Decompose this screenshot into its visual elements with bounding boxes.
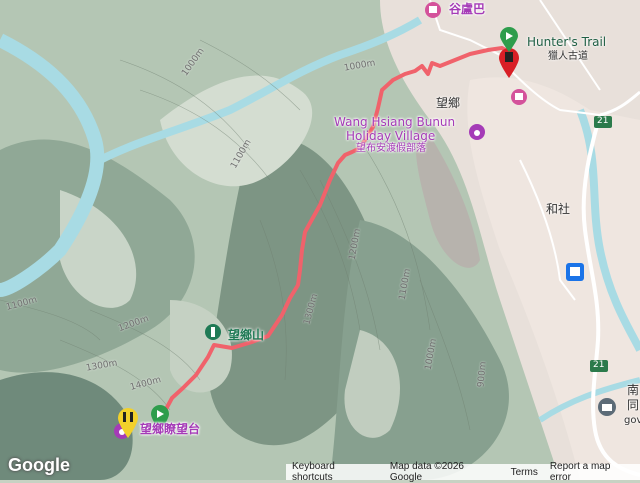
place-label-holiday-village[interactable]: Holiday Village [346, 130, 435, 142]
hotel-icon[interactable] [425, 2, 441, 18]
place-label-hunters-trail[interactable]: Hunter's Trail [527, 36, 606, 48]
place-label-gulubu[interactable]: 谷盧巴 [449, 3, 485, 15]
google-logo: Google [8, 455, 70, 475]
place-label-wang-hsiang-bunun-zh[interactable]: 望布安渡假部落 [356, 144, 426, 154]
bus-station-icon[interactable] [566, 263, 584, 281]
place-label-nan: 南 [627, 383, 640, 397]
road-shield-label: 21 [593, 360, 605, 370]
place-label-wangxiang: 望鄉 [436, 96, 461, 110]
place-label-wang-hsiang-bunun[interactable]: Wang Hsiang Bunun [334, 116, 455, 128]
place-label-wangliao-platform[interactable]: 望鄉瞭望台 [140, 423, 200, 435]
place-label-hunters-trail-zh[interactable]: 獵人古道 [548, 52, 588, 62]
terrain-map[interactable] [0, 0, 640, 480]
place-label-tong: 同 [627, 398, 640, 412]
place-label-heshe: 和社 [546, 202, 571, 216]
road-shield-label: 21 [597, 116, 609, 126]
park-icon[interactable] [205, 324, 221, 340]
place-label-wangxiang-mountain[interactable]: 望鄉山 [228, 329, 264, 341]
camera-icon[interactable] [469, 124, 485, 140]
hotel-icon[interactable] [511, 89, 527, 105]
place-label-gov: gov [624, 415, 640, 426]
map-footer: Keyboard shortcuts Map data ©2026 Google… [286, 461, 640, 483]
museum-icon[interactable] [598, 398, 616, 416]
terms-link[interactable]: Terms [505, 467, 544, 478]
